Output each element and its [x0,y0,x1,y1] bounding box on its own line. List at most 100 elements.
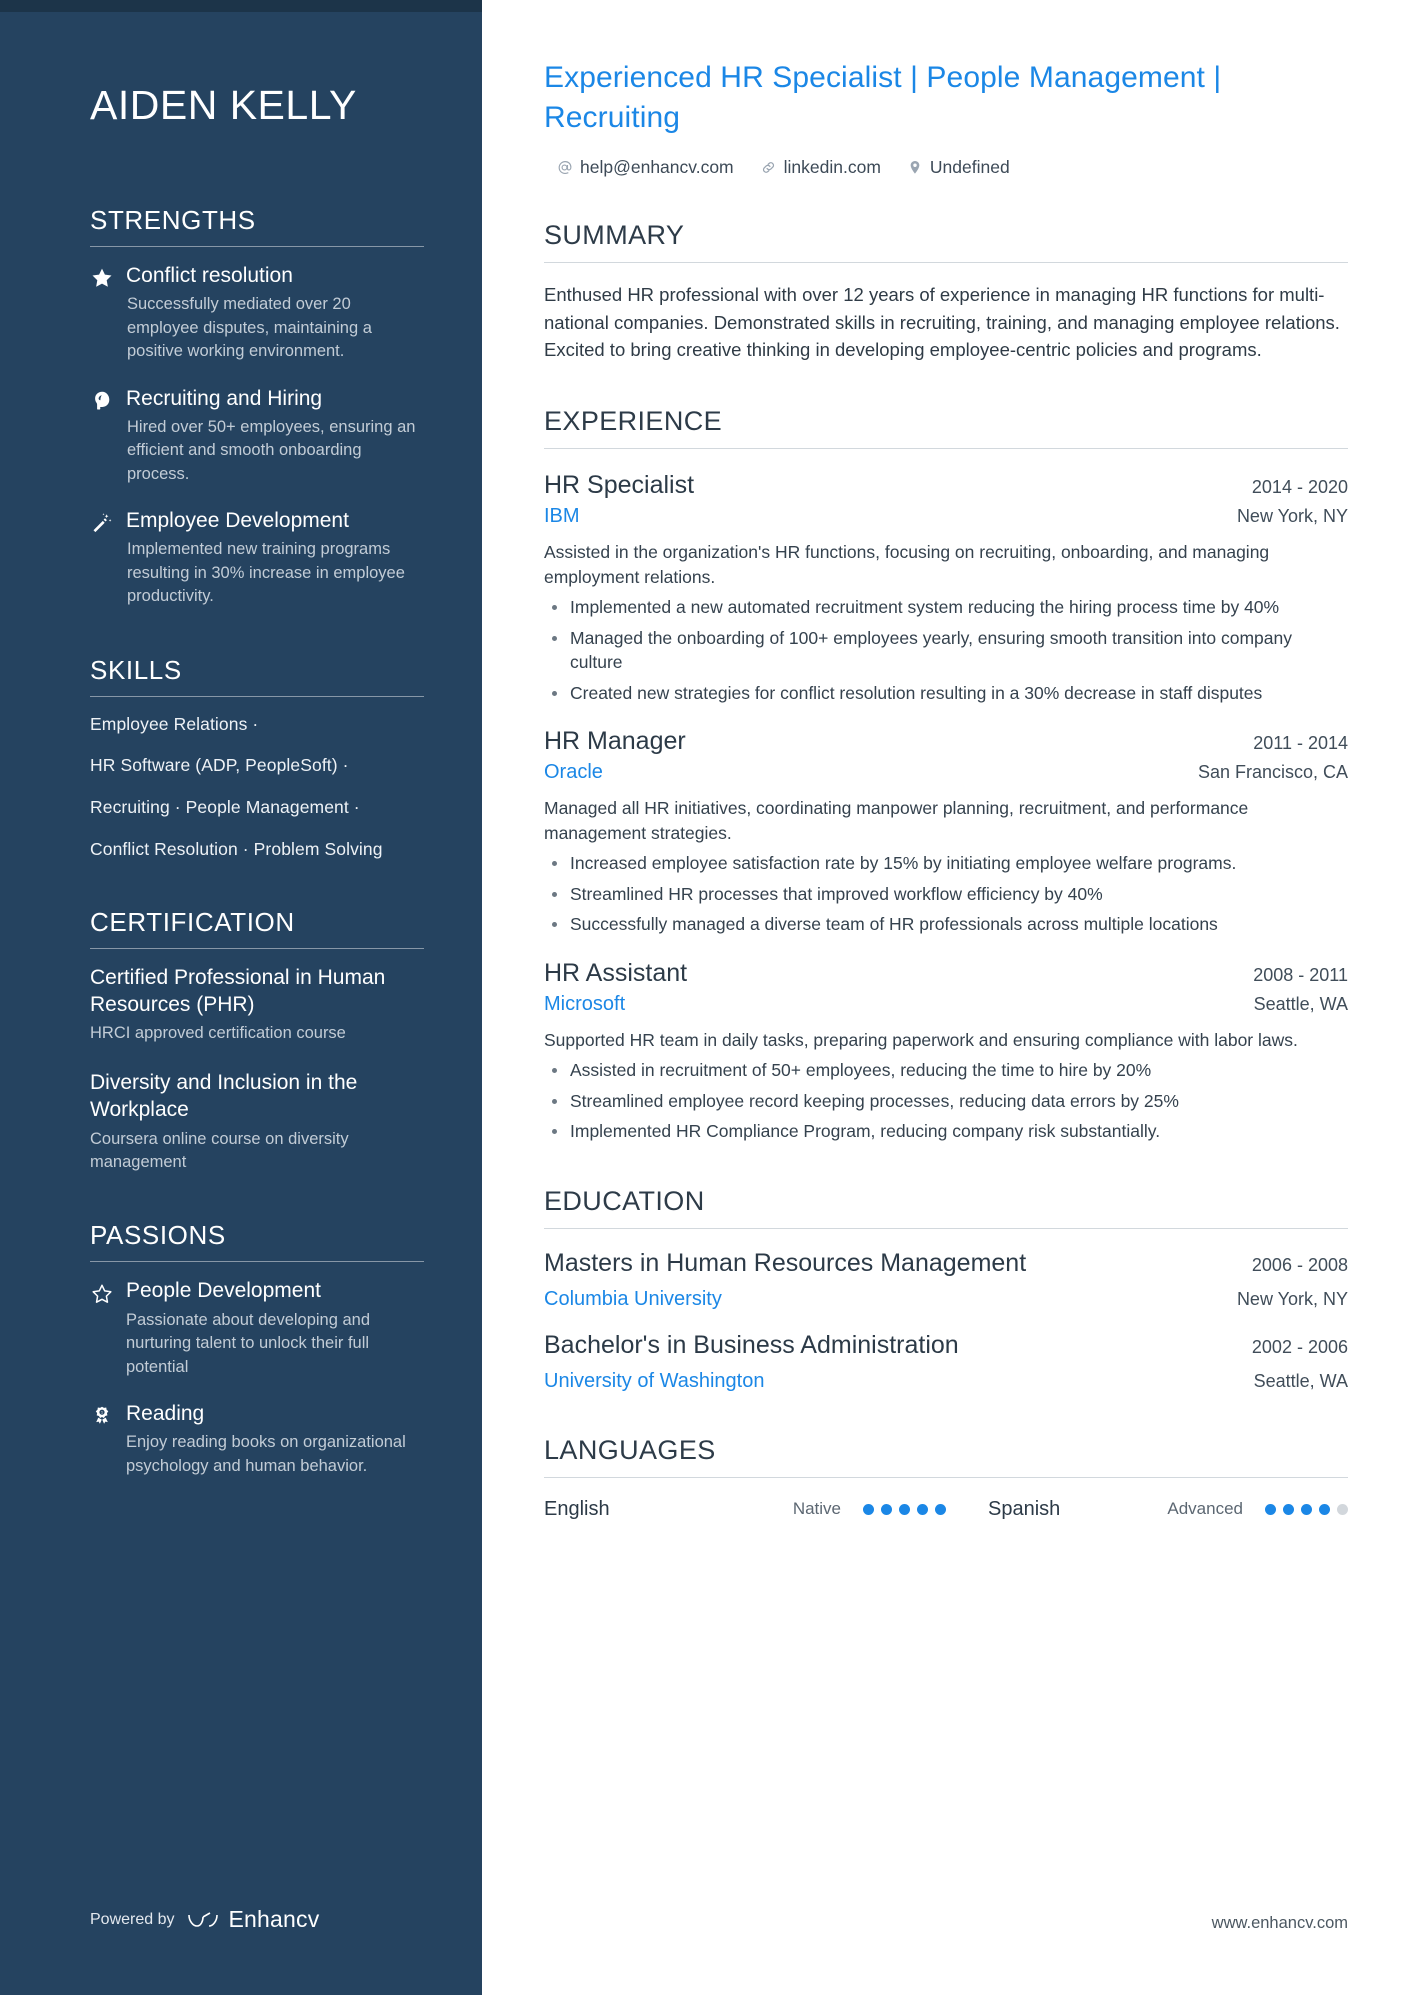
passion-title: Reading [126,1401,205,1425]
certification-divider [90,947,424,949]
at-icon [556,159,573,176]
language-name: Spanish [988,1497,1061,1520]
education-heading: EDUCATION [544,1185,705,1216]
languages-row: English Native Spanish Advanced [544,1498,1348,1521]
education-org[interactable]: Columbia University [544,1288,722,1311]
education-date: 2006 - 2008 [1251,1254,1348,1275]
experience-entry: HR Assistant 2008 - 2011 Microsoft Seatt… [544,959,1348,1144]
experience-bullets: Assisted in recruitment of 50+ employees… [544,1058,1348,1144]
education-section: EDUCATION Masters in Human Resources Man… [544,1186,1348,1393]
strength-item: Conflict resolution Successfully mediate… [90,263,424,364]
skill-line: Employee Relations · [90,713,259,734]
rating-dot [1283,1503,1294,1515]
education-title: Bachelor's in Business Administration [544,1330,959,1359]
sidebar-top-strip [0,0,482,12]
experience-entry: HR Specialist 2014 - 2020 IBM New York, … [544,471,1348,705]
rating-dot-empty [1337,1503,1348,1515]
person-name: AIDEN KELLY [90,82,357,128]
award-ribbon-icon: 1 [90,1405,120,1429]
star-outline-icon [90,1282,120,1306]
language-level: Native [792,1499,841,1519]
contact-linkedin-text: linkedin.com [783,156,881,177]
experience-org[interactable]: Oracle [544,761,603,784]
education-org[interactable]: University of Washington [544,1370,764,1393]
skill-line: Recruiting · People Management · [90,797,360,818]
education-divider [544,1227,1348,1229]
languages-divider [544,1476,1348,1478]
passions-section: PASSIONS People Development Passionate a… [90,1220,424,1478]
experience-desc: Managed all HR initiatives, coordinating… [544,798,1249,843]
education-date: 2002 - 2006 [1251,1336,1348,1357]
strength-desc: Successfully mediated over 20 employee d… [127,295,372,361]
experience-bullet: Assisted in recruitment of 50+ employees… [544,1058,1348,1083]
experience-date: 2008 - 2011 [1253,964,1348,985]
experience-heading: EXPERIENCE [544,406,723,437]
languages-heading: LANGUAGES [544,1434,716,1465]
head-brain-icon [90,389,120,413]
passion-item: 1 Reading Enjoy reading books on organiz… [90,1401,424,1478]
powered-by-label: Powered by [90,1910,175,1928]
experience-bullet: Implemented HR Compliance Program, reduc… [544,1119,1348,1144]
rating-dot [917,1503,928,1515]
education-entry: Bachelor's in Business Administration 20… [544,1331,1348,1393]
certification-heading: CERTIFICATION [90,906,295,937]
passion-desc: Passionate about developing and nurturin… [126,1310,371,1376]
education-location: Seattle, WA [1253,1370,1348,1391]
passion-desc: Enjoy reading books on organizational ps… [126,1433,406,1475]
experience-bullets: Implemented a new automated recruitment … [544,595,1348,705]
contact-row: help@enhancv.com linkedin.com Undefined [544,157,1348,178]
passions-heading: PASSIONS [90,1220,226,1251]
strength-item: Employee Development Implemented new tra… [90,508,424,609]
contact-email[interactable]: help@enhancv.com [556,157,734,178]
contact-location-text: Undefined [929,156,1010,177]
summary-divider [544,261,1348,263]
language-item-spanish: Spanish Advanced [946,1498,1348,1521]
experience-location: Seattle, WA [1253,993,1348,1014]
star-filled-icon [90,266,120,290]
brand-name: Enhancv [228,1906,320,1932]
passion-title: People Development [126,1279,321,1303]
sidebar-footer: Powered by Enhancv [90,1906,319,1933]
experience-bullet: Streamlined employee record keeping proc… [544,1089,1348,1114]
contact-linkedin[interactable]: linkedin.com [760,157,881,178]
experience-bullet: Successfully managed a diverse team of H… [544,912,1348,937]
contact-location: Undefined [907,157,1010,178]
language-name: English [544,1497,610,1520]
passion-item: People Development Passionate about deve… [90,1278,424,1379]
experience-location: New York, NY [1236,506,1348,527]
website-url[interactable]: www.enhancv.com [1212,1914,1348,1933]
experience-divider [544,448,1348,450]
certification-item: Certified Professional in Human Resource… [90,965,424,1046]
experience-org[interactable]: Microsoft [544,993,625,1016]
experience-bullet: Managed the onboarding of 100+ employees… [544,626,1348,675]
skills-heading: SKILLS [90,654,182,685]
contact-email-text: help@enhancv.com [580,156,734,177]
strength-desc: Implemented new training programs result… [127,540,405,606]
language-rating-dots [1265,1503,1348,1515]
rating-dot [1319,1503,1330,1515]
experience-title: HR Assistant [544,958,688,987]
experience-bullet: Created new strategies for conflict reso… [544,681,1348,706]
experience-bullets: Increased employee satisfaction rate by … [544,851,1348,937]
language-level: Advanced [1167,1499,1243,1519]
skills-divider [90,695,424,697]
experience-title: HR Manager [544,727,686,756]
experience-date: 2011 - 2014 [1253,733,1348,754]
rating-dot [863,1503,874,1515]
experience-section: EXPERIENCE HR Specialist 2014 - 2020 IBM… [544,406,1348,1144]
certification-title: Diversity and Inclusion in the Workplace [90,1070,358,1121]
certification-item: Diversity and Inclusion in the Workplace… [90,1070,424,1175]
experience-title: HR Specialist [544,471,695,500]
languages-section: LANGUAGES English Native Spanish Advance… [544,1435,1348,1521]
experience-bullet: Streamlined HR processes that improved w… [544,882,1348,907]
language-item-english: English Native [544,1498,946,1521]
certification-desc: HRCI approved certification course [90,1024,346,1043]
rating-dot [935,1503,946,1515]
skills-section: SKILLS Employee Relations · HR Software … [90,655,424,861]
strengths-heading: STRENGTHS [90,205,256,236]
resume-page: AIDEN KELLY STRENGTHS Conflict resolutio… [0,0,1410,1995]
experience-bullet: Increased employee satisfaction rate by … [544,851,1348,876]
link-icon [760,159,777,176]
experience-org[interactable]: IBM [544,505,580,528]
skill-line: HR Software (ADP, PeopleSoft) · [90,755,349,776]
